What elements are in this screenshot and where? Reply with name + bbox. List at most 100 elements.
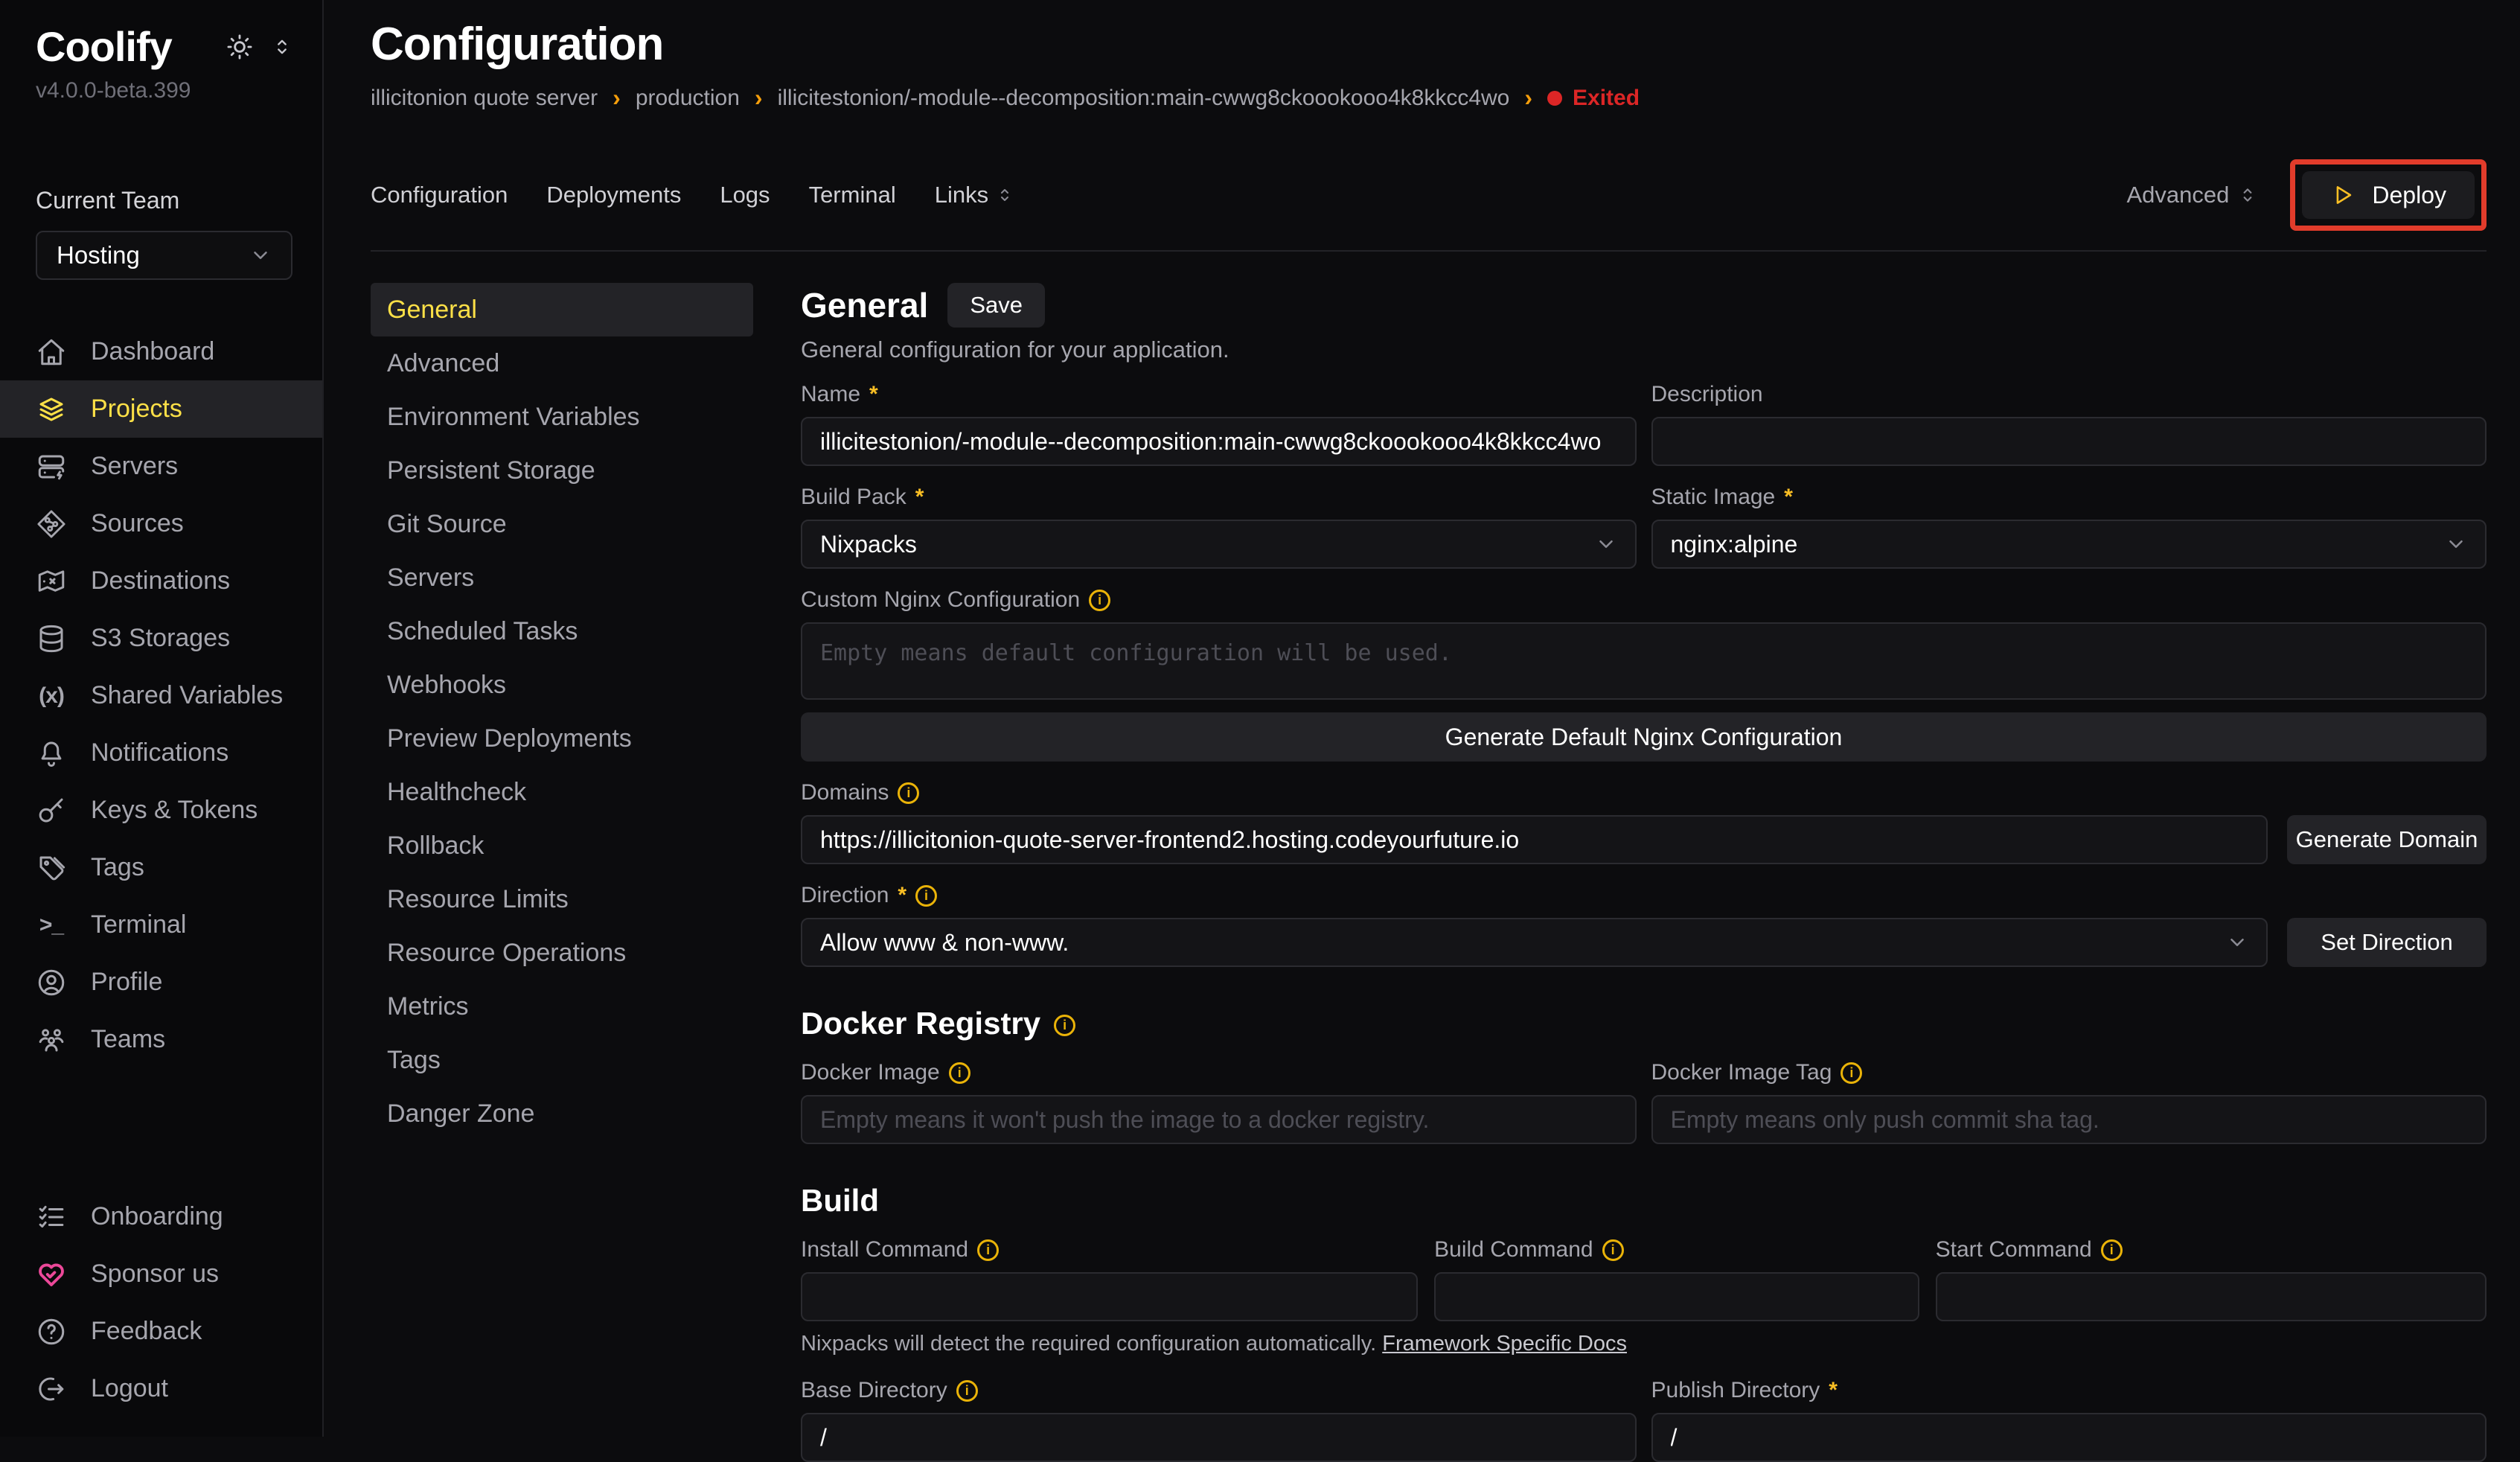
build-command-field[interactable] [1434,1272,1919,1321]
domains-field[interactable] [801,815,2268,864]
app-version: v4.0.0-beta.399 [0,71,322,103]
sidebar-item-tags[interactable]: Tags [0,839,322,896]
generate-nginx-config-button[interactable]: Generate Default Nginx Configuration [801,712,2487,762]
sidebar-item-dashboard[interactable]: Dashboard [0,323,322,380]
advanced-menu[interactable]: Advanced [2127,182,2258,208]
sidebar-item-teams[interactable]: Teams [0,1011,322,1068]
required-mark: * [869,382,878,407]
sidebar-item-label: Onboarding [91,1202,223,1231]
required-mark: * [915,485,924,510]
info-icon[interactable]: i [915,885,937,907]
info-icon[interactable]: i [1054,1015,1075,1036]
tab-links[interactable]: Links [935,182,1014,208]
info-icon[interactable]: i [977,1239,999,1261]
subnav-item-preview-deployments[interactable]: Preview Deployments [371,712,753,765]
sidebar-item-projects[interactable]: Projects [0,380,322,438]
build-pack-value: Nixpacks [820,531,917,558]
custom-nginx-textarea[interactable] [801,622,2487,700]
tab-terminal[interactable]: Terminal [809,182,896,208]
subnav-item-healthcheck[interactable]: Healthcheck [371,765,753,819]
subnav-item-scheduled-tasks[interactable]: Scheduled Tasks [371,604,753,658]
logout-icon [36,1373,67,1405]
tag-icon [36,852,67,884]
info-icon[interactable]: i [956,1380,978,1402]
team-select-value: Hosting [57,241,140,269]
sidebar-item-destinations[interactable]: Destinations [0,552,322,610]
sidebar-item-shared-variables[interactable]: (x) Shared Variables [0,667,322,724]
name-field[interactable] [801,417,1637,466]
status-badge: Exited [1547,86,1640,111]
page-title: Configuration [371,18,2487,71]
subnav-item-metrics[interactable]: Metrics [371,980,753,1033]
set-direction-button[interactable]: Set Direction [2287,918,2487,967]
sidebar-item-sources[interactable]: Sources [0,495,322,552]
description-field[interactable] [1651,417,2487,466]
tab-logs[interactable]: Logs [720,182,770,208]
save-button[interactable]: Save [947,283,1045,328]
subnav-item-tags[interactable]: Tags [371,1033,753,1087]
git-icon [36,508,67,540]
subnav-item-advanced[interactable]: Advanced [371,336,753,390]
base-directory-field[interactable] [801,1413,1637,1462]
sidebar-nav: Dashboard Projects Servers Sources Desti… [0,323,322,1068]
sidebar-item-label: Keys & Tokens [91,796,258,825]
docker-image-label: Docker Image i [801,1058,1637,1088]
deploy-button[interactable]: Deploy [2302,171,2475,219]
sidebar: Coolify v4.0.0-beta.399 Current Team Hos… [0,0,324,1437]
sidebar-item-terminal[interactable]: >_ Terminal [0,896,322,954]
custom-nginx-label: Custom Nginx Configuration i [801,585,2487,615]
team-select[interactable]: Hosting [36,231,292,280]
sidebar-item-profile[interactable]: Profile [0,954,322,1011]
direction-select[interactable]: Allow www & non-www. [801,918,2268,967]
info-icon[interactable]: i [1841,1062,1862,1084]
info-icon[interactable]: i [1602,1239,1624,1261]
build-pack-select[interactable]: Nixpacks [801,520,1637,569]
subnav-item-general[interactable]: General [371,283,753,336]
sidebar-item-feedback[interactable]: Feedback [0,1303,322,1360]
sidebar-item-logout[interactable]: Logout [0,1360,322,1417]
static-image-label: Static Image * [1651,482,2487,512]
sidebar-item-onboarding[interactable]: Onboarding [0,1188,322,1245]
sidebar-item-keys-tokens[interactable]: Keys & Tokens [0,782,322,839]
subnav-item-environment-variables[interactable]: Environment Variables [371,390,753,444]
breadcrumb-environment[interactable]: production [636,86,740,111]
install-command-field[interactable] [801,1272,1418,1321]
sidebar-item-servers[interactable]: Servers [0,438,322,495]
updown-selector-icon[interactable] [272,36,292,57]
subnav-item-webhooks[interactable]: Webhooks [371,658,753,712]
subnav-item-servers[interactable]: Servers [371,551,753,604]
subnav-item-persistent-storage[interactable]: Persistent Storage [371,444,753,497]
info-icon[interactable]: i [1089,590,1110,611]
subnav-item-danger-zone[interactable]: Danger Zone [371,1087,753,1140]
info-icon[interactable]: i [2101,1239,2123,1261]
subnav-item-rollback[interactable]: Rollback [371,819,753,872]
sidebar-item-label: S3 Storages [91,624,230,653]
generate-domain-button[interactable]: Generate Domain [2287,815,2487,864]
general-form: General Save General configuration for y… [801,283,2487,1462]
info-icon[interactable]: i [898,782,919,804]
sidebar-item-notifications[interactable]: Notifications [0,724,322,782]
sidebar-item-label: Logout [91,1374,168,1403]
breadcrumb-project[interactable]: illicitonion quote server [371,86,598,111]
subnav-item-git-source[interactable]: Git Source [371,497,753,551]
framework-docs-link[interactable]: Framework Specific Docs [1382,1332,1627,1356]
docker-image-tag-field[interactable] [1651,1095,2487,1144]
publish-directory-field[interactable] [1651,1413,2487,1462]
checklist-icon [36,1201,67,1233]
breadcrumb-application[interactable]: illicitestonion/-module--decomposition:m… [778,86,1510,111]
sidebar-item-label: Destinations [91,566,230,596]
info-icon[interactable]: i [949,1062,970,1084]
domains-label: Domains i [801,778,2487,808]
start-command-field[interactable] [1936,1272,2487,1321]
static-image-select[interactable]: nginx:alpine [1651,520,2487,569]
subnav-item-resource-operations[interactable]: Resource Operations [371,926,753,980]
sidebar-item-s3-storages[interactable]: S3 Storages [0,610,322,667]
tab-configuration[interactable]: Configuration [371,182,508,208]
sidebar-item-sponsor-us[interactable]: Sponsor us [0,1245,322,1303]
tab-deployments[interactable]: Deployments [546,182,681,208]
sidebar-item-label: Sources [91,509,184,538]
subnav-item-resource-limits[interactable]: Resource Limits [371,872,753,926]
build-command-label: Build Command i [1434,1235,1919,1265]
theme-sun-icon[interactable] [226,33,254,61]
docker-image-field[interactable] [801,1095,1637,1144]
